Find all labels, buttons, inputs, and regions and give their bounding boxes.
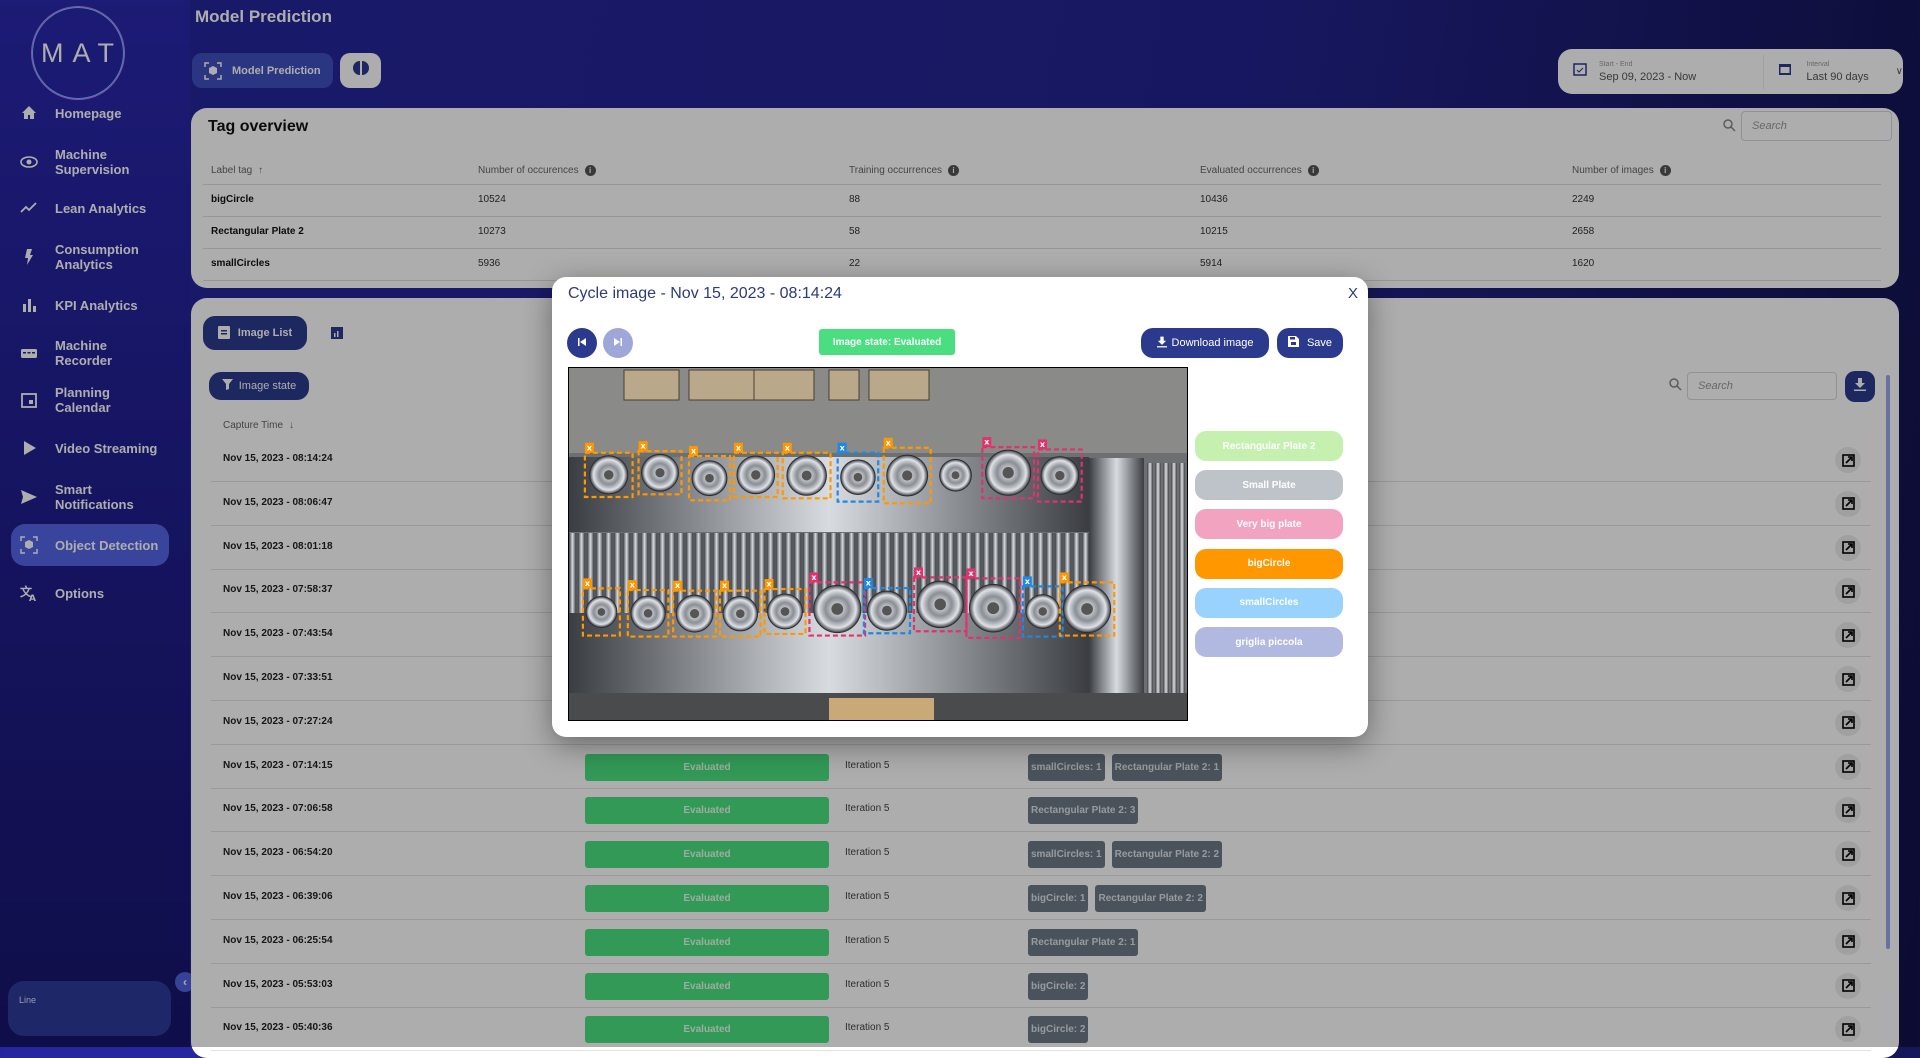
close-icon: x (585, 579, 591, 588)
parts-box (829, 698, 934, 720)
close-icon: x (587, 443, 593, 452)
tag-button-bigcircle[interactable]: bigCircle (1195, 548, 1343, 579)
tag-button-small-plate[interactable]: Small Plate (1195, 470, 1343, 501)
tag-label: bigCircle (1247, 558, 1291, 570)
close-icon: x (1062, 573, 1068, 582)
wheel-hub (643, 608, 653, 618)
cycle-image-modal: Cycle image - Nov 15, 2023 - 08:14:24 X … (552, 277, 1368, 737)
close-icon[interactable]: X (1348, 285, 1358, 302)
download-icon (1156, 336, 1167, 351)
save-icon (1287, 336, 1299, 350)
wheel-hub (603, 470, 614, 480)
wheel-hub (882, 605, 892, 616)
close-icon: x (1040, 440, 1046, 449)
close-icon: x (675, 581, 681, 590)
close-icon: x (840, 443, 846, 452)
wheel-hub (801, 470, 812, 481)
close-icon: x (968, 569, 974, 578)
wheel-hub (853, 472, 863, 482)
skip-previous-icon (577, 334, 587, 352)
wheel-hub (1002, 467, 1014, 479)
next-image-button[interactable] (603, 328, 633, 358)
wheel-hub (1081, 603, 1093, 615)
cycle-image[interactable]: x x x x x x x x x x x x x x x x x x x x (568, 367, 1188, 721)
wheel-hub (987, 602, 1000, 615)
close-icon: x (886, 438, 892, 447)
wheel-hub (1038, 607, 1047, 616)
wheel-hub (751, 470, 761, 480)
tag-button-very-big-plate[interactable]: Very big plate (1195, 509, 1343, 540)
close-icon: x (630, 581, 636, 590)
wheel-hub (705, 473, 714, 483)
close-icon: x (691, 447, 697, 456)
tag-label: Rectangular Plate 2 (1222, 440, 1316, 452)
button-label: Save (1306, 337, 1333, 349)
tag-button-rectangular-plate-2[interactable]: Rectangular Plate 2 (1195, 431, 1343, 461)
roller (1147, 463, 1153, 693)
wheel-hub (735, 609, 745, 618)
roller (1179, 463, 1185, 693)
wheel-hub (951, 471, 960, 480)
roller (1187, 463, 1188, 693)
image-state-badge: Image state: Evaluated (819, 329, 955, 355)
close-icon: x (1025, 577, 1031, 586)
tag-button-griglia-piccola[interactable]: griglia piccola (1195, 627, 1343, 657)
roller (1163, 463, 1169, 693)
close-icon: x (785, 443, 791, 452)
tag-button-smallcircles[interactable]: smallCircles (1195, 587, 1343, 618)
roller (1171, 463, 1177, 693)
tag-label: smallCircles (1239, 597, 1299, 609)
download-image-button[interactable]: Download image (1141, 328, 1269, 358)
tag-label: Small Plate (1242, 479, 1296, 491)
button-label: Download image (1171, 337, 1254, 349)
wheel-hub (902, 470, 913, 481)
big-roller (1089, 458, 1144, 698)
wheel-hub (831, 603, 844, 615)
wheel-hub (934, 598, 947, 611)
close-icon: x (640, 442, 646, 451)
roller (569, 533, 576, 613)
wheel-hub (655, 468, 665, 478)
previous-image-button[interactable] (567, 328, 597, 358)
close-icon: x (811, 573, 817, 582)
roller (623, 533, 630, 613)
wheel-hub (689, 609, 700, 619)
wheel-hub (1055, 470, 1065, 481)
wheel-hub (780, 607, 790, 616)
tag-label: Very big plate (1236, 518, 1302, 530)
close-icon: x (916, 568, 922, 577)
skip-next-icon (613, 334, 623, 352)
modal-title: Cycle image - Nov 15, 2023 - 08:14:24 (568, 285, 842, 302)
close-icon: x (736, 443, 742, 452)
close-icon: x (866, 579, 872, 588)
wheel-hub (597, 608, 606, 616)
save-button[interactable]: Save (1277, 328, 1343, 358)
close-icon: x (766, 580, 772, 589)
tag-label: griglia piccola (1235, 636, 1303, 648)
roller (1155, 463, 1161, 693)
close-icon: x (984, 438, 990, 447)
close-icon: x (722, 581, 728, 590)
